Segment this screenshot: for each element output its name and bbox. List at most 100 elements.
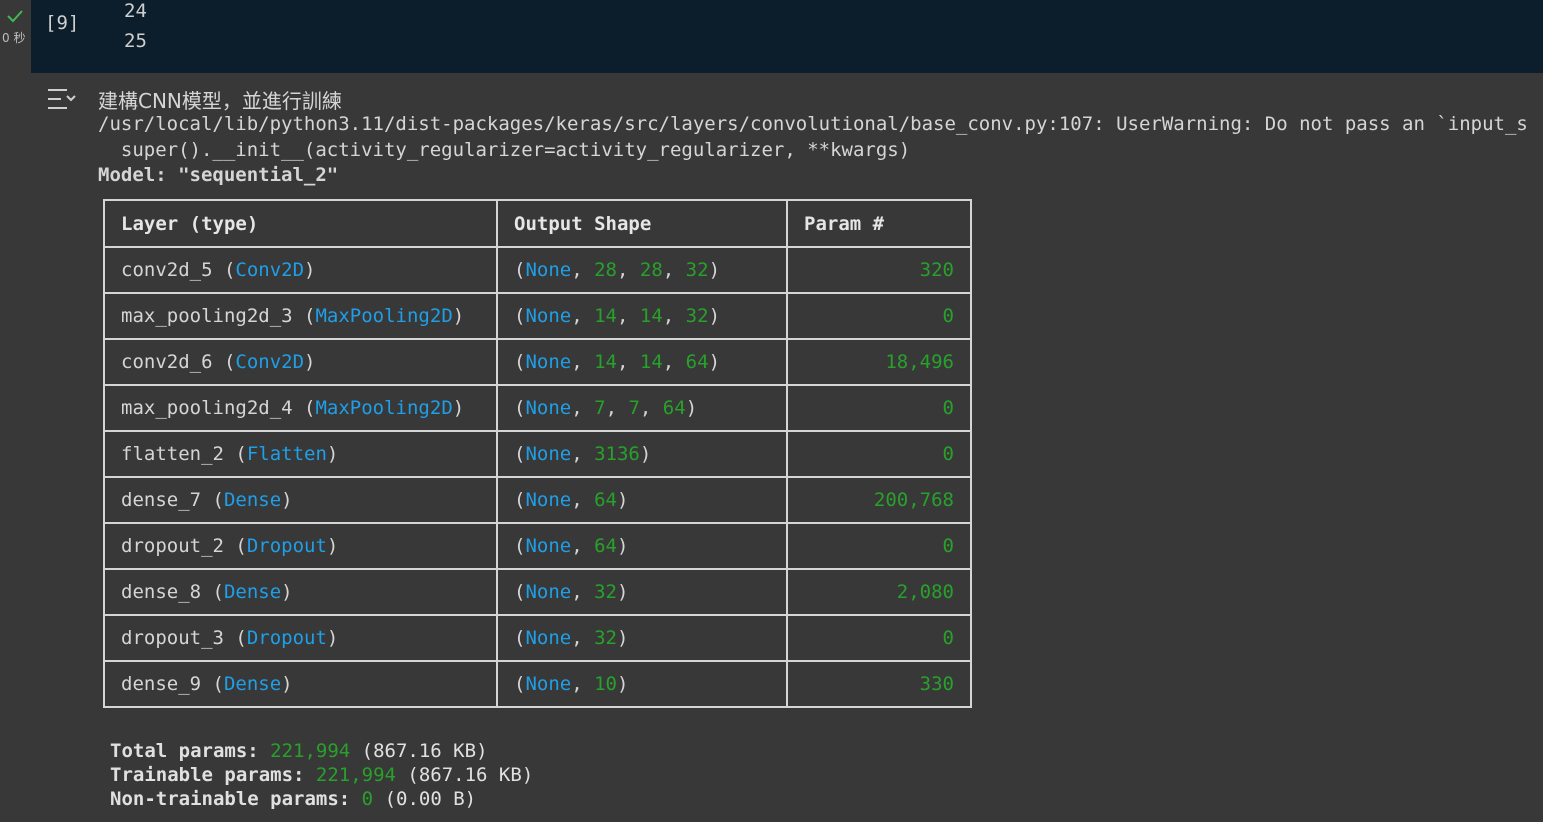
param-count: 320 — [786, 246, 972, 294]
cell-gutter: 0 秒 — [0, 0, 31, 73]
layer-type: Dropout — [246, 627, 327, 649]
execution-count[interactable]: [9] — [45, 12, 79, 34]
trainable-params-size: (867.16 KB) — [395, 764, 534, 786]
table-row: dropout_2 (Dropout) (None, 64) 0 — [103, 522, 972, 570]
non-trainable-params-label: Non-trainable params: — [110, 788, 362, 810]
table-row: dense_8 (Dense) (None, 32) 2,080 — [103, 568, 972, 616]
layer-type: Dropout — [246, 535, 327, 557]
param-count: 18,496 — [786, 338, 972, 386]
param-count: 0 — [786, 430, 972, 478]
shape-dim: 32 — [594, 581, 617, 603]
layer-name: max_pooling2d_3 — [121, 305, 293, 327]
param-count: 0 — [786, 522, 972, 570]
output-heading: 建構CNN模型，並進行訓練 — [98, 89, 342, 113]
layer-cell: max_pooling2d_3 (MaxPooling2D) — [103, 292, 498, 340]
layer-type: Conv2D — [235, 259, 305, 281]
shape-dim: 14 — [639, 305, 663, 327]
shape-batch-dim: None — [525, 673, 572, 695]
trainable-params-value: 221,994 — [315, 764, 396, 786]
table-header-row: Layer (type) Output Shape Param # — [103, 199, 972, 248]
table-row: dense_7 (Dense) (None, 64) 200,768 — [103, 476, 972, 524]
param-count: 2,080 — [786, 568, 972, 616]
column-header-params: Param # — [786, 199, 972, 248]
shape-dim: 28 — [639, 259, 663, 281]
shape-batch-dim: None — [525, 535, 572, 557]
output-shape-cell: (None, 3136) — [496, 430, 788, 478]
model-label: Model: "sequential_2" — [98, 164, 339, 186]
layer-name: dropout_2 — [121, 535, 224, 557]
column-header-output-shape: Output Shape — [496, 199, 788, 248]
param-count: 330 — [786, 660, 972, 708]
total-params: Total params: 221,994 (867.16 KB) — [110, 740, 488, 762]
layer-name: dense_8 — [121, 581, 202, 603]
shape-dim: 10 — [594, 673, 617, 695]
shape-batch-dim: None — [525, 627, 572, 649]
warning-line: super().__init__(activity_regularizer=ac… — [98, 139, 911, 161]
layer-type: Conv2D — [235, 351, 305, 373]
output-shape-cell: (None, 64) — [496, 476, 788, 524]
layer-type: Flatten — [246, 443, 327, 465]
shape-dim: 32 — [685, 305, 709, 327]
layer-cell: dense_7 (Dense) — [103, 476, 498, 524]
layer-type: MaxPooling2D — [315, 397, 453, 419]
table-row: conv2d_5 (Conv2D) (None, 28, 28, 32) 320 — [103, 246, 972, 294]
shape-dim: 64 — [594, 535, 617, 557]
layer-cell: dropout_2 (Dropout) — [103, 522, 498, 570]
layer-type: MaxPooling2D — [315, 305, 453, 327]
output-shape-cell: (None, 64) — [496, 522, 788, 570]
line-number: 24 — [124, 0, 147, 22]
shape-dim: 7 — [628, 397, 640, 419]
shape-dim: 64 — [594, 489, 617, 511]
output-shape-cell: (None, 32) — [496, 614, 788, 662]
table-row: conv2d_6 (Conv2D) (None, 14, 14, 64) 18,49… — [103, 338, 972, 386]
shape-dim: 64 — [685, 351, 709, 373]
param-count: 0 — [786, 614, 972, 662]
shape-batch-dim: None — [525, 397, 572, 419]
output-shape-cell: (None, 14, 14, 64) — [496, 338, 788, 386]
layer-cell: dense_9 (Dense) — [103, 660, 498, 708]
non-trainable-params: Non-trainable params: 0 (0.00 B) — [110, 788, 476, 810]
table-row: max_pooling2d_4 (MaxPooling2D) (None, 7, … — [103, 384, 972, 432]
total-params-label: Total params: — [110, 740, 271, 762]
shape-dim: 32 — [594, 627, 617, 649]
model-summary-table: Layer (type) Output Shape Param # conv2d… — [103, 199, 972, 708]
trainable-params: Trainable params: 221,994 (867.16 KB) — [110, 764, 533, 786]
shape-batch-dim: None — [525, 581, 572, 603]
layer-cell: dense_8 (Dense) — [103, 568, 498, 616]
layer-name: max_pooling2d_4 — [121, 397, 293, 419]
shape-dim: 3136 — [594, 443, 640, 465]
layer-name: dense_9 — [121, 673, 202, 695]
table-row: dense_9 (Dense) (None, 10) 330 — [103, 660, 972, 708]
shape-dim: 64 — [662, 397, 686, 419]
execution-time: 0 秒 — [2, 31, 26, 45]
layer-cell: flatten_2 (Flatten) — [103, 430, 498, 478]
layer-cell: max_pooling2d_4 (MaxPooling2D) — [103, 384, 498, 432]
shape-dim: 14 — [594, 351, 617, 373]
layer-name: dropout_3 — [121, 627, 224, 649]
param-count: 0 — [786, 292, 972, 340]
line-number: 25 — [124, 30, 147, 52]
shape-batch-dim: None — [525, 443, 572, 465]
total-params-value: 221,994 — [270, 740, 351, 762]
shape-batch-dim: None — [525, 305, 572, 327]
output-shape-cell: (None, 7, 7, 64) — [496, 384, 788, 432]
trainable-params-label: Trainable params: — [110, 764, 316, 786]
layer-name: flatten_2 — [121, 443, 224, 465]
shape-dim: 28 — [594, 259, 617, 281]
warning-line: /usr/local/lib/python3.11/dist-packages/… — [98, 113, 1528, 135]
layer-type: Dense — [223, 673, 282, 695]
code-cell[interactable]: [9] 24 25 — [31, 0, 1543, 73]
total-params-size: (867.16 KB) — [350, 740, 488, 762]
param-count: 0 — [786, 384, 972, 432]
layer-name: conv2d_6 — [121, 351, 213, 373]
shape-dim: 7 — [594, 397, 606, 419]
shape-batch-dim: None — [525, 489, 572, 511]
param-count: 200,768 — [786, 476, 972, 524]
output-collapse-icon[interactable] — [47, 87, 77, 111]
layer-cell: conv2d_5 (Conv2D) — [103, 246, 498, 294]
table-row: flatten_2 (Flatten) (None, 3136) 0 — [103, 430, 972, 478]
output-shape-cell: (None, 28, 28, 32) — [496, 246, 788, 294]
check-icon — [7, 10, 23, 23]
layer-type: Dense — [223, 489, 282, 511]
output-shape-cell: (None, 14, 14, 32) — [496, 292, 788, 340]
